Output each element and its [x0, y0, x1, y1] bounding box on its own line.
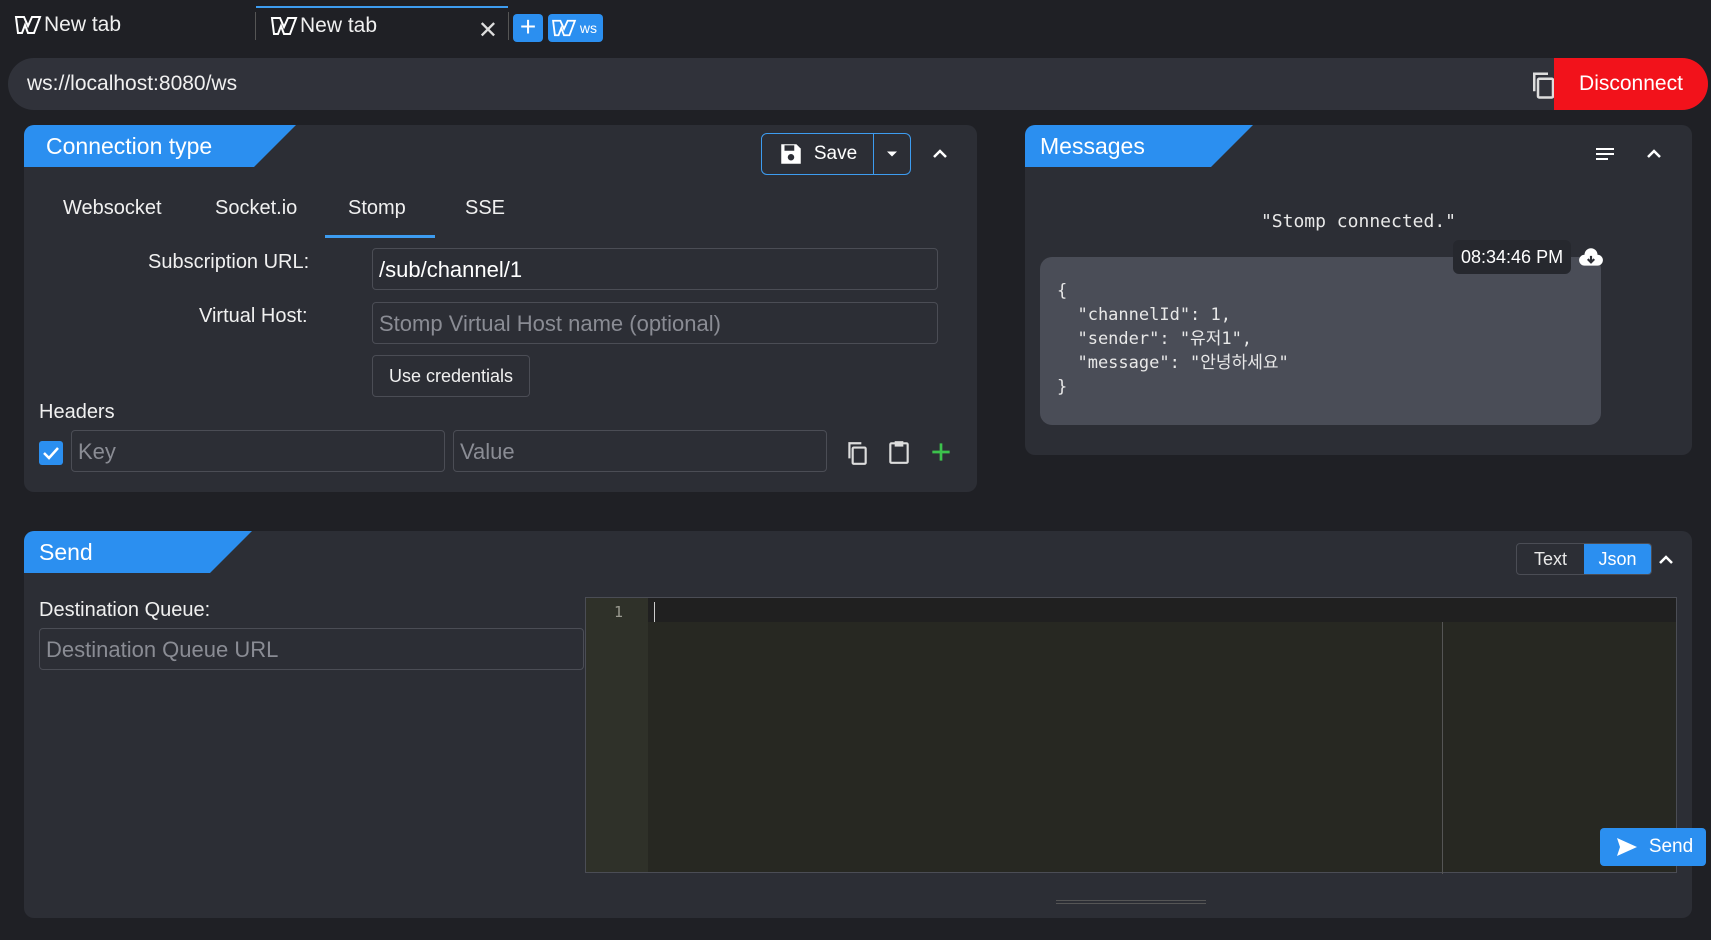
active-line — [586, 598, 1676, 622]
header-enabled-checkbox[interactable] — [39, 441, 63, 465]
print-margin — [1442, 622, 1443, 874]
paste-icon[interactable] — [886, 439, 912, 465]
close-icon[interactable]: ✕ — [478, 16, 498, 45]
resize-handle[interactable] — [1056, 900, 1206, 904]
header-value-input[interactable]: Value — [453, 430, 827, 472]
check-icon — [43, 447, 59, 460]
save-split-button: Save — [761, 133, 911, 175]
app-logo-icon — [270, 17, 298, 35]
messages-title: Messages — [1025, 125, 1253, 167]
save-dropdown-button[interactable] — [874, 134, 910, 174]
ws-tab-button[interactable]: ws — [548, 14, 603, 42]
tab-new-2[interactable]: New tab ✕ — [256, 6, 508, 44]
send-button[interactable]: Send — [1600, 828, 1706, 866]
format-toggle: Text Json — [1516, 543, 1652, 575]
virtual-host-label: Virtual Host: — [199, 305, 308, 327]
send-title: Send — [24, 531, 252, 573]
message-body: { "channelId": 1, "sender": "유저1", "mess… — [1057, 281, 1289, 397]
clear-messages-icon[interactable] — [1593, 142, 1617, 166]
tab-new-1[interactable]: New tab — [14, 6, 254, 44]
tab-websocket[interactable]: Websocket — [63, 197, 162, 220]
cloud-download-icon[interactable] — [1578, 245, 1604, 271]
use-credentials-button[interactable]: Use credentials — [372, 355, 530, 397]
tab-socketio[interactable]: Socket.io — [215, 197, 297, 220]
destination-queue-label: Destination Queue: — [39, 599, 211, 621]
virtual-host-input[interactable]: Stomp Virtual Host name (optional) — [372, 302, 938, 344]
tab-stomp[interactable]: Stomp — [348, 197, 406, 220]
tab-label: New tab — [44, 13, 122, 36]
tab-label: New tab — [300, 14, 378, 37]
ws-label: ws — [579, 20, 597, 36]
subscription-url-input[interactable]: /sub/channel/1 — [372, 248, 938, 290]
messages-panel: Messages "Stomp connected." { "channelId… — [1025, 125, 1692, 455]
add-tab-button[interactable]: + — [513, 13, 543, 42]
tab-divider — [508, 12, 509, 40]
editor-gutter: 1 — [586, 598, 648, 872]
destination-queue-input[interactable]: Destination Queue URL — [39, 628, 584, 670]
connection-status-message: "Stomp connected." — [1260, 211, 1457, 232]
caret-down-icon — [887, 151, 897, 157]
tab-sse[interactable]: SSE — [465, 197, 505, 220]
add-header-icon[interactable] — [928, 439, 954, 465]
json-mode-button[interactable]: Json — [1584, 544, 1651, 574]
headers-label: Headers — [39, 401, 115, 423]
app-logo-icon — [552, 19, 577, 37]
disconnect-button[interactable]: Disconnect — [1554, 58, 1708, 110]
text-mode-button[interactable]: Text — [1517, 544, 1584, 574]
save-label: Save — [813, 143, 858, 164]
subscription-url-label: Subscription URL: — [148, 251, 310, 273]
message-timestamp: 08:34:46 PM — [1453, 240, 1572, 274]
app-logo-icon — [14, 16, 42, 34]
send-label: Send — [1648, 836, 1694, 857]
json-editor[interactable]: 1 Send — [585, 597, 1706, 874]
line-number: 1 — [614, 603, 624, 621]
chevron-up-icon[interactable] — [1642, 142, 1666, 166]
url-bar: ws://localhost:8080/ws Disconnect — [8, 58, 1708, 110]
chevron-up-icon[interactable] — [1654, 548, 1678, 572]
url-input[interactable]: ws://localhost:8080/ws — [27, 72, 237, 96]
chevron-up-icon[interactable] — [928, 142, 952, 166]
text-cursor — [654, 602, 655, 622]
message-bubble: { "channelId": 1, "sender": "유저1", "mess… — [1040, 257, 1601, 425]
save-button[interactable]: Save — [762, 134, 874, 174]
send-panel: Send Text Json Destination Queue: Destin… — [24, 531, 1706, 918]
connection-title: Connection type — [24, 125, 296, 167]
send-icon — [1616, 838, 1637, 856]
connection-panel: Connection type Save Websocket Socket.io… — [24, 125, 977, 492]
copy-icon[interactable] — [844, 440, 870, 466]
active-tab-indicator — [325, 235, 435, 238]
save-icon — [781, 144, 801, 164]
header-key-input[interactable]: Key — [71, 430, 445, 472]
